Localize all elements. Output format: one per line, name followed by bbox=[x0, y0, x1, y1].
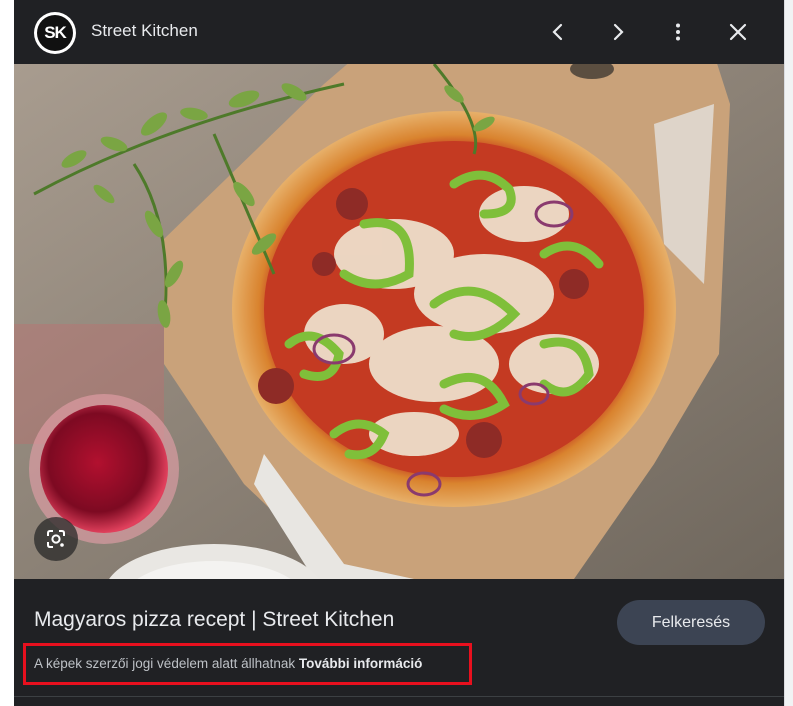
more-options-button[interactable] bbox=[658, 12, 698, 52]
close-button[interactable] bbox=[718, 12, 758, 52]
next-button[interactable] bbox=[598, 12, 638, 52]
highlight-annotation-box bbox=[23, 643, 472, 685]
more-vertical-icon bbox=[676, 23, 680, 41]
pizza-illustration bbox=[14, 64, 784, 579]
close-icon bbox=[729, 23, 747, 41]
image-viewer-panel: SK Street Kitchen Magyaros pizza recept … bbox=[14, 0, 784, 706]
pizza-photo[interactable] bbox=[14, 64, 784, 579]
viewer-header: SK Street Kitchen bbox=[14, 0, 784, 64]
visit-button[interactable]: Felkeresés bbox=[617, 600, 765, 645]
chevron-right-icon bbox=[613, 23, 624, 41]
result-title[interactable]: Magyaros pizza recept | Street Kitchen bbox=[34, 608, 394, 632]
chevron-left-icon bbox=[552, 23, 563, 41]
divider bbox=[14, 696, 784, 697]
site-name[interactable]: Street Kitchen bbox=[91, 21, 198, 41]
page-scrollbar[interactable] bbox=[784, 0, 793, 706]
previous-button[interactable] bbox=[538, 12, 578, 52]
google-lens-icon bbox=[47, 530, 65, 548]
google-lens-button[interactable] bbox=[34, 517, 78, 561]
site-logo[interactable]: SK bbox=[34, 12, 76, 54]
site-logo-text: SK bbox=[37, 15, 73, 51]
